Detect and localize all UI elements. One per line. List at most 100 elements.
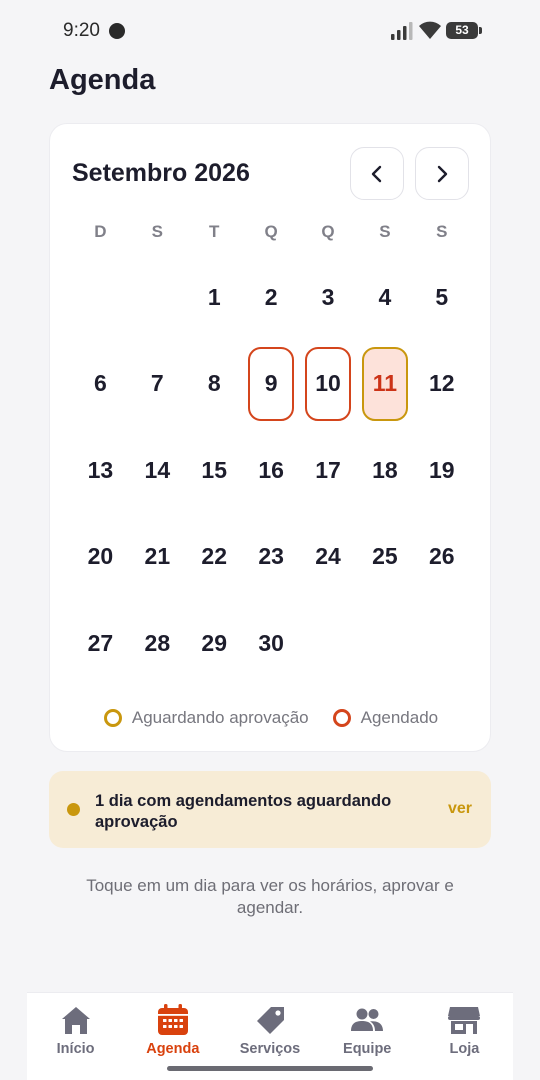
day-28[interactable]: 28 <box>134 606 180 680</box>
day-cell: 26 <box>413 514 470 601</box>
day-12[interactable]: 12 <box>419 347 465 421</box>
day-20[interactable]: 20 <box>77 520 123 594</box>
day-21[interactable]: 21 <box>134 520 180 594</box>
day-5[interactable]: 5 <box>419 260 465 334</box>
status-bar: 9:20 53 <box>0 0 540 60</box>
calendar-legend: Aguardando aprovação Agendado <box>50 708 492 728</box>
day-cell: 4 <box>356 254 413 341</box>
day-15[interactable]: 15 <box>191 433 237 507</box>
legend-scheduled-label: Agendado <box>360 708 439 727</box>
store-icon <box>448 1007 481 1034</box>
day-13[interactable]: 13 <box>77 433 123 507</box>
pending-ring-icon <box>103 709 122 727</box>
day-cell: 17 <box>300 427 357 514</box>
day-30[interactable]: 30 <box>248 606 294 680</box>
day-23[interactable]: 23 <box>248 520 294 594</box>
day-cell: 29 <box>186 600 243 687</box>
notification-dot-icon <box>109 23 125 39</box>
day-cell: 8 <box>186 341 243 428</box>
view-pending-link[interactable]: ver <box>448 800 472 818</box>
nav-label: Início <box>56 1041 95 1057</box>
day-8[interactable]: 8 <box>191 347 237 421</box>
legend-pending: Aguardando aprovação <box>103 708 309 728</box>
home-indicator <box>167 1066 373 1071</box>
day-19[interactable]: 19 <box>419 433 465 507</box>
pending-approval-banner[interactable]: 1 dia com agendamentos aguardando aprova… <box>49 771 491 848</box>
day-6[interactable]: 6 <box>77 347 123 421</box>
day-7[interactable]: 7 <box>134 347 180 421</box>
home-icon <box>61 1007 90 1034</box>
calendar-days-grid: 1 2 3 4 5 6 7 8 9 10 11 12 13 14 15 16 17 18 19 20 21 22 23 24 2… <box>72 254 470 687</box>
calendar-card: Setembro 2026 D S T Q Q S S 1 2 3 4 5 6 7 8 9 10 1… <box>49 123 491 752</box>
day-3[interactable]: 3 <box>305 260 351 334</box>
nav-label: Agenda <box>146 1041 200 1057</box>
chevron-right-icon <box>437 165 448 182</box>
weekday-label: Q <box>264 222 278 241</box>
pending-dot-icon <box>67 803 80 816</box>
day-1[interactable]: 1 <box>191 260 237 334</box>
day-cell: 19 <box>413 427 470 514</box>
day-cell: 1 <box>186 254 243 341</box>
day-cell: 18 <box>356 427 413 514</box>
weekday-header: D S T Q Q S S <box>72 222 470 242</box>
legend-scheduled: Agendado <box>332 708 439 728</box>
weekday-label: D <box>94 222 107 241</box>
chevron-left-icon <box>371 165 382 182</box>
day-27[interactable]: 27 <box>77 606 123 680</box>
day-14[interactable]: 14 <box>134 433 180 507</box>
day-cell: 28 <box>129 600 186 687</box>
day-10[interactable]: 10 <box>305 346 351 421</box>
day-cell: 15 <box>186 427 243 514</box>
tag-icon <box>257 1007 284 1034</box>
day-25[interactable]: 25 <box>362 520 408 594</box>
day-cell: 22 <box>186 514 243 601</box>
day-cell: 25 <box>356 514 413 601</box>
day-cell: 16 <box>243 427 300 514</box>
weekday-label: S <box>436 222 448 241</box>
day-17[interactable]: 17 <box>305 433 351 507</box>
day-cell: 27 <box>72 600 129 687</box>
wifi-icon <box>419 21 441 39</box>
day-cell: 13 <box>72 427 129 514</box>
day-cell: 14 <box>129 427 186 514</box>
day-11[interactable]: 11 <box>361 346 408 421</box>
day-cell: 21 <box>129 514 186 601</box>
day-9[interactable]: 9 <box>248 346 295 421</box>
day-cell: 23 <box>243 514 300 601</box>
day-cell: 24 <box>300 514 357 601</box>
day-cell: 2 <box>243 254 300 341</box>
previous-month-button[interactable] <box>350 147 404 200</box>
signal-icon <box>391 22 413 40</box>
day-cell: 3 <box>300 254 357 341</box>
day-2[interactable]: 2 <box>248 260 294 334</box>
calendar-icon <box>157 1004 188 1035</box>
day-cell: 12 <box>413 341 470 428</box>
empty-day-cell <box>72 254 129 341</box>
day-cell: 5 <box>413 254 470 341</box>
day-16[interactable]: 16 <box>248 433 294 507</box>
nav-item-loja[interactable]: Loja <box>416 993 513 1080</box>
next-month-button[interactable] <box>415 147 469 200</box>
page-title: Agenda <box>49 64 156 96</box>
battery-icon: 53 <box>446 22 482 39</box>
day-cell: 6 <box>72 341 129 428</box>
month-title: Setembro 2026 <box>72 159 250 187</box>
legend-pending-label: Aguardando aprovação <box>131 708 309 727</box>
day-18[interactable]: 18 <box>362 433 408 507</box>
day-24[interactable]: 24 <box>305 520 351 594</box>
day-22[interactable]: 22 <box>191 520 237 594</box>
weekday-label: S <box>379 222 391 241</box>
day-29[interactable]: 29 <box>191 606 237 680</box>
empty-day-cell <box>129 254 186 341</box>
day-4[interactable]: 4 <box>362 260 408 334</box>
nav-label: Serviços <box>239 1041 301 1057</box>
day-cell: 9 <box>243 341 300 428</box>
day-26[interactable]: 26 <box>419 520 465 594</box>
hint-text: Toque em um dia para ver os horários, ap… <box>86 876 454 917</box>
day-cell: 20 <box>72 514 129 601</box>
users-icon <box>351 1008 384 1031</box>
weekday-label: S <box>151 222 163 241</box>
weekday-label: T <box>209 222 220 241</box>
nav-item-inicio[interactable]: Início <box>27 993 124 1080</box>
day-cell: 10 <box>300 341 357 428</box>
